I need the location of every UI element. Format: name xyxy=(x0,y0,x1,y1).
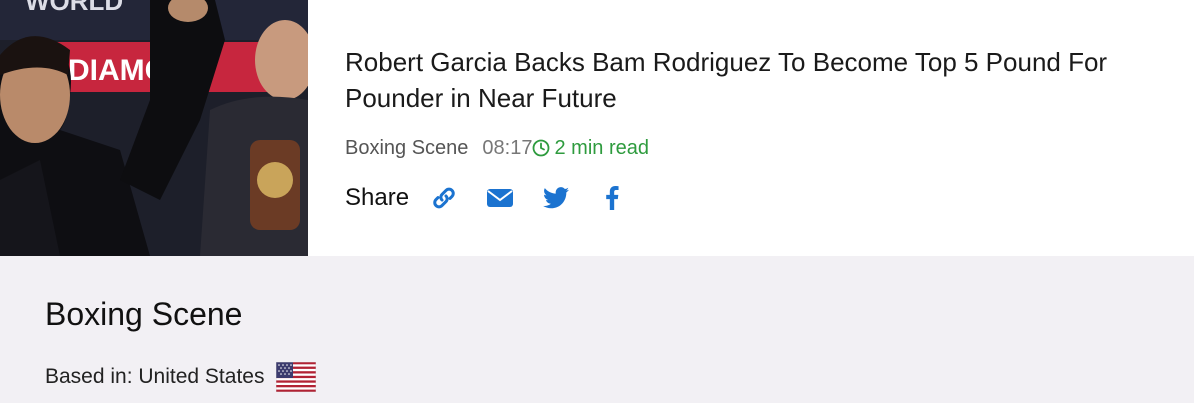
copy-link-button[interactable] xyxy=(431,185,457,211)
based-in-label: Based in: United States xyxy=(45,365,265,388)
article-source[interactable]: Boxing Scene xyxy=(345,135,468,161)
twitter-share-button[interactable] xyxy=(543,185,570,211)
email-icon xyxy=(487,189,514,207)
source-name[interactable]: Boxing Scene xyxy=(45,296,242,333)
twitter-icon xyxy=(543,187,570,209)
article-time: 08:17 xyxy=(482,137,533,159)
read-time-label: 2 min read xyxy=(554,137,649,159)
clock-icon xyxy=(533,139,550,157)
share-label: Share xyxy=(345,184,410,211)
article-card[interactable]: WORLD DIAMO Robert Garcia Backs Bam Rodr… xyxy=(0,0,1194,256)
thumb-text-world: WORLD xyxy=(25,0,123,16)
article-thumbnail[interactable]: WORLD DIAMO xyxy=(0,0,308,256)
email-share-button[interactable] xyxy=(487,185,514,211)
read-time: 2 min read xyxy=(532,135,649,161)
article-title[interactable]: Robert Garcia Backs Bam Rodriguez To Bec… xyxy=(345,44,1175,116)
link-icon xyxy=(433,187,455,209)
facebook-icon xyxy=(606,186,619,210)
source-panel: Boxing Scene Based in: United States xyxy=(0,256,1194,403)
us-flag-icon xyxy=(276,362,317,392)
share-bar: Share xyxy=(345,184,1175,212)
based-in-row: Based in: United States xyxy=(45,362,317,392)
article-meta: Boxing Scene 08:17 2 min read xyxy=(345,135,1175,161)
facebook-share-button[interactable] xyxy=(599,185,625,211)
